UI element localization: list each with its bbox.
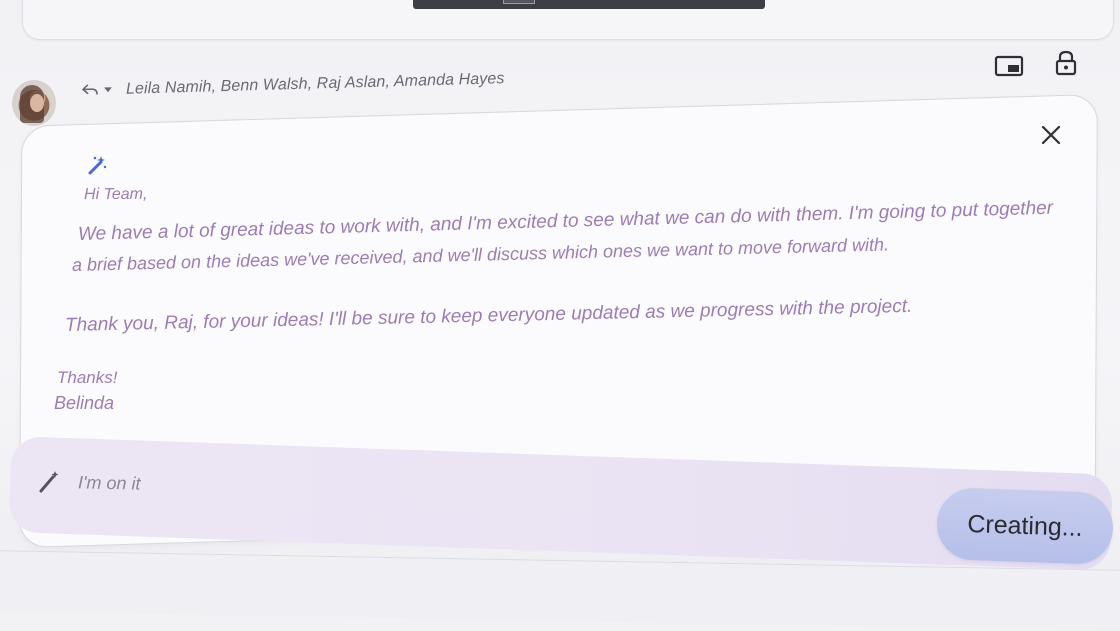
lock-icon[interactable] — [1054, 50, 1078, 76]
pencil-icon — [39, 471, 59, 493]
caret-down-icon[interactable] — [103, 87, 112, 93]
email-signature: Belinda — [54, 393, 115, 413]
avatar — [12, 80, 56, 126]
prompt-input[interactable]: I'm on it — [78, 472, 141, 494]
video-control-indicator — [503, 0, 535, 4]
avatar-face — [30, 94, 44, 112]
video-control-bar — [413, 0, 765, 9]
reply-header: Leila Namih, Benn Walsh, Raj Aslan, Aman… — [79, 55, 600, 110]
recipients-list[interactable]: Leila Namih, Benn Walsh, Raj Aslan, Aman… — [126, 70, 505, 99]
reply-icon[interactable] — [81, 83, 98, 95]
magic-wand-icon — [88, 156, 107, 175]
close-icon[interactable] — [1040, 124, 1062, 146]
email-greeting: Hi Team, — [83, 185, 148, 204]
email-signoff: Thanks! — [57, 368, 118, 387]
creating-status-button[interactable]: Creating... — [935, 486, 1115, 566]
picture-in-picture-icon[interactable] — [994, 54, 1024, 78]
